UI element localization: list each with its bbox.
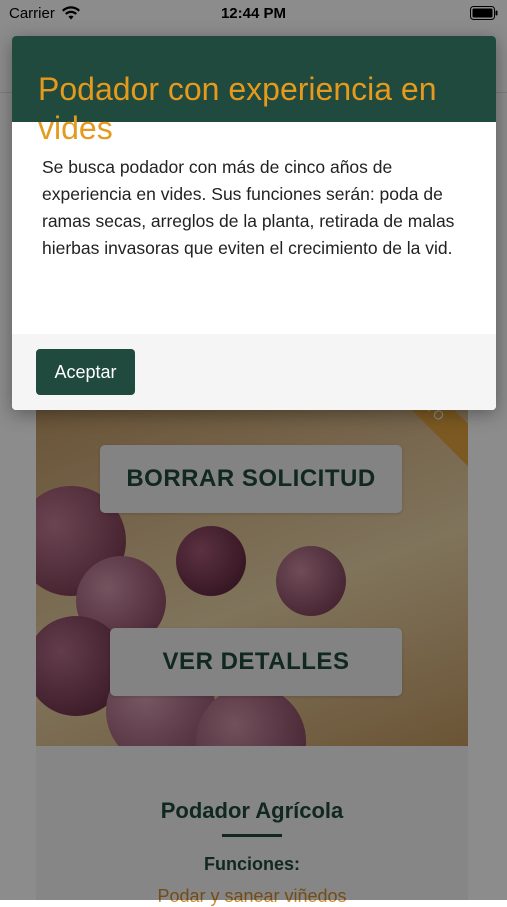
modal-footer: Aceptar <box>12 334 496 410</box>
modal-title: Podador con experiencia en vides <box>38 71 437 146</box>
job-detail-modal: Podador con experiencia en vides Se busc… <box>12 36 496 410</box>
accept-button[interactable]: Aceptar <box>36 349 135 395</box>
modal-description: Se busca podador con más de cinco años d… <box>42 157 455 258</box>
